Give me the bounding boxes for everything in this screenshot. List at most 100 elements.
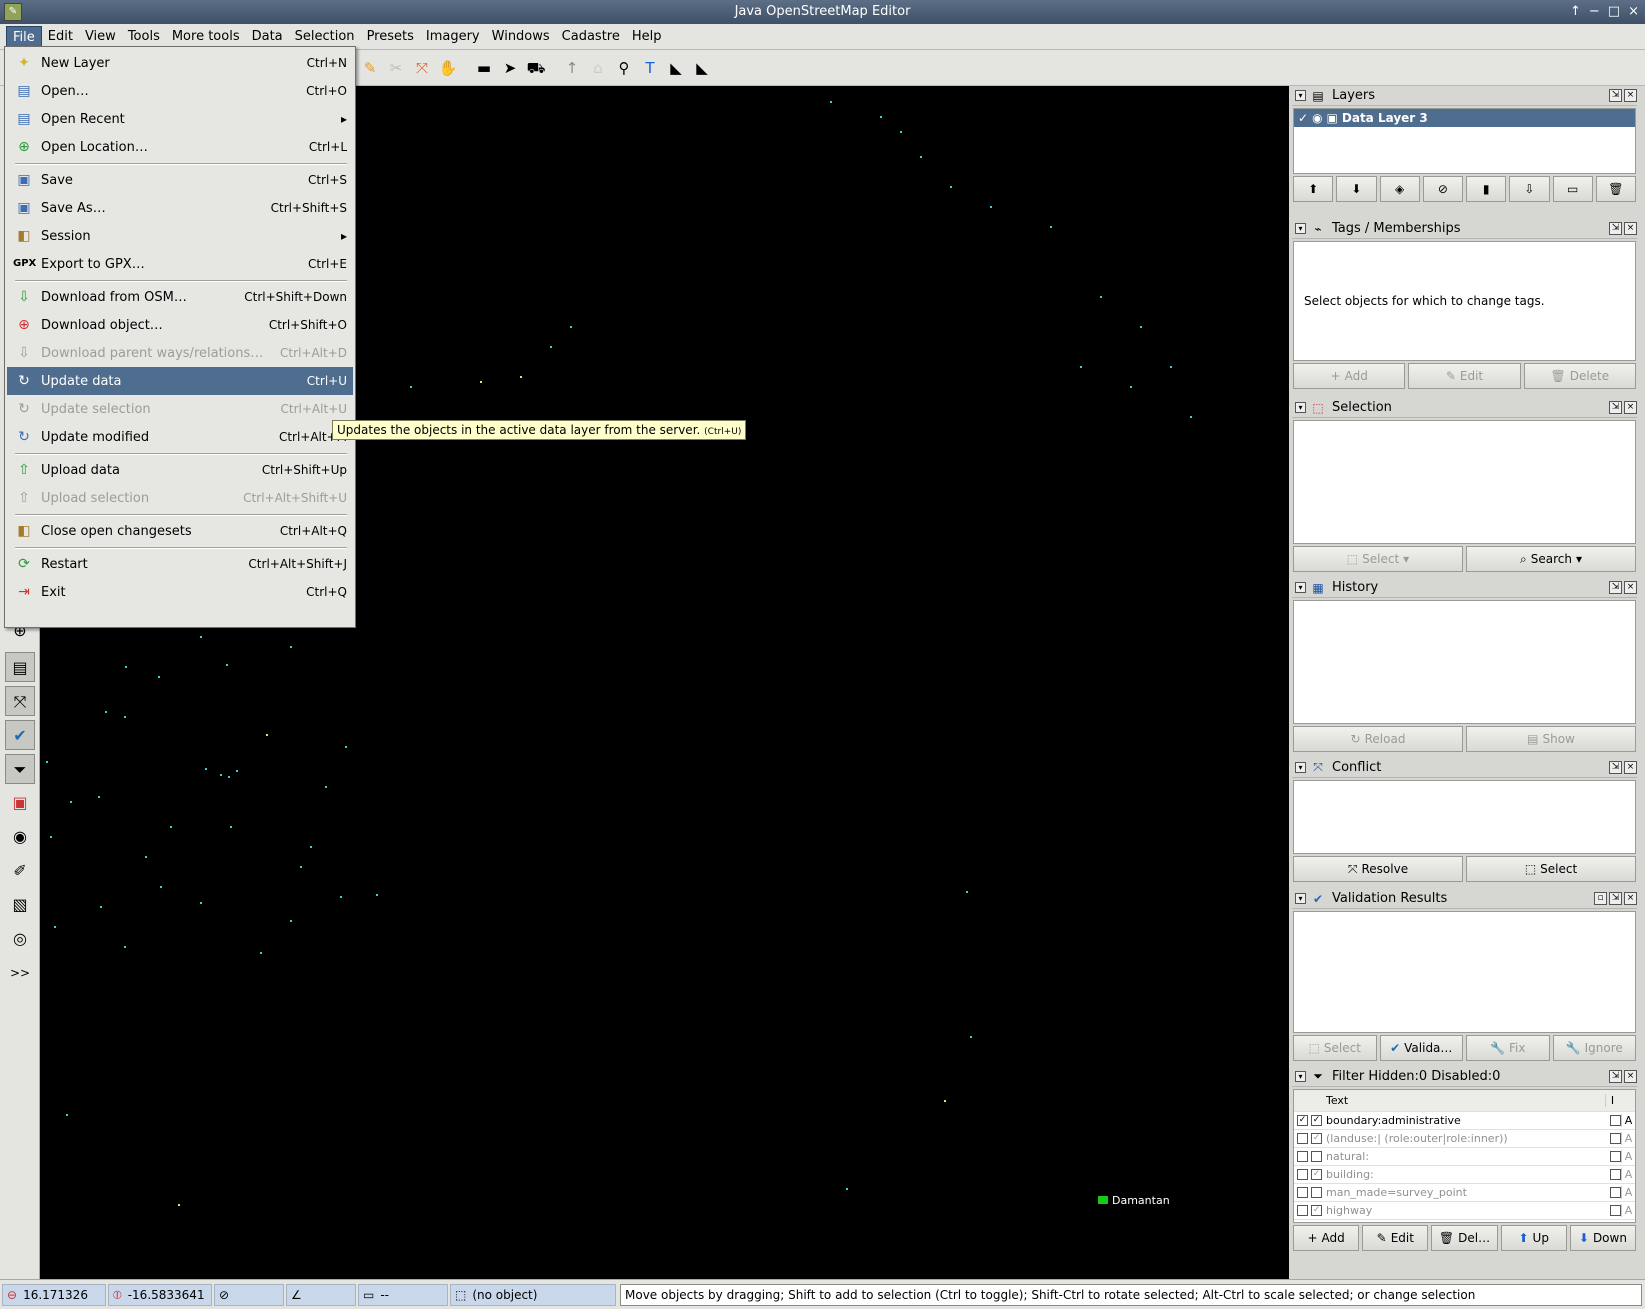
table-row[interactable]: ✓ ✓ boundary:administrative A bbox=[1294, 1112, 1635, 1130]
move-down-button[interactable]: ⬇ bbox=[1336, 176, 1377, 202]
move-up-button[interactable]: ⬆ bbox=[1293, 176, 1334, 202]
place-label-damantan[interactable]: Damantan bbox=[1098, 1194, 1170, 1207]
detach-icon[interactable]: ⇲ bbox=[1609, 401, 1622, 414]
add-tag-button[interactable]: + Add bbox=[1293, 363, 1406, 389]
detach-icon[interactable]: ⇲ bbox=[1609, 1070, 1622, 1083]
menu-data[interactable]: Data bbox=[246, 26, 289, 48]
collapse-icon[interactable]: ▾ bbox=[1295, 90, 1306, 101]
collapse-icon[interactable]: ▾ bbox=[1295, 582, 1306, 593]
collapse-icon[interactable]: ▾ bbox=[1295, 223, 1306, 234]
close-panel-icon[interactable]: × bbox=[1624, 222, 1637, 235]
validation-select-button[interactable]: ⬚ Select bbox=[1293, 1035, 1377, 1061]
close-button[interactable]: × bbox=[1628, 0, 1639, 24]
map-paint-icon[interactable]: ✐ bbox=[5, 856, 35, 886]
hide-checkbox[interactable]: ✓ bbox=[1311, 1205, 1322, 1216]
menu-item-download-parent[interactable]: ⇩ Download parent ways/relations… Ctrl+Alt… bbox=[7, 339, 353, 367]
menu-item-restart[interactable]: ⟳ Restart Ctrl+Alt+Shift+J bbox=[7, 550, 353, 578]
detach-icon[interactable]: ⇲ bbox=[1609, 892, 1622, 905]
close-panel-icon[interactable]: × bbox=[1624, 89, 1637, 102]
parking-icon[interactable]: T bbox=[640, 58, 660, 78]
detach-icon[interactable]: ⇲ bbox=[1609, 89, 1622, 102]
delete-tag-button[interactable]: 🗑 Delete bbox=[1523, 363, 1636, 389]
table-row[interactable]: ✓ building: A bbox=[1294, 1166, 1635, 1184]
close-panel-icon[interactable]: × bbox=[1624, 892, 1637, 905]
draw-icon[interactable]: ✎ bbox=[360, 58, 380, 78]
menu-item-update-selection[interactable]: ↻ Update selection Ctrl+Alt+U bbox=[7, 395, 353, 423]
menu-file[interactable]: File bbox=[6, 25, 42, 48]
menu-cadastre[interactable]: Cadastre bbox=[556, 26, 626, 48]
table-row[interactable]: man_made=survey_point A bbox=[1294, 1184, 1635, 1202]
resolve-button[interactable]: ⤧ Resolve bbox=[1293, 856, 1463, 882]
enable-checkbox[interactable] bbox=[1297, 1151, 1308, 1162]
menu-item-update-data[interactable]: ↻ Update data Ctrl+U bbox=[7, 367, 353, 395]
filter-down-button[interactable]: ⬇ Down bbox=[1569, 1225, 1637, 1251]
menu-item-download-object[interactable]: ⊕ Download object… Ctrl+Shift+O bbox=[7, 311, 353, 339]
menu-item-upload-data[interactable]: ⇧ Upload data Ctrl+Shift+Up bbox=[7, 456, 353, 484]
fix-button[interactable]: 🔧 Fix bbox=[1466, 1035, 1550, 1061]
filter-toggle-icon[interactable]: ⏷ bbox=[5, 754, 35, 784]
settings-icon[interactable]: ▫ bbox=[1594, 892, 1607, 905]
menu-selection[interactable]: Selection bbox=[289, 26, 361, 48]
palette-icon[interactable]: ◉ bbox=[5, 822, 35, 852]
menu-item-close-changesets[interactable]: ◧ Close open changesets Ctrl+Alt+Q bbox=[7, 517, 353, 545]
detach-icon[interactable]: ⇲ bbox=[1609, 761, 1622, 774]
table-row[interactable]: natural: A bbox=[1294, 1148, 1635, 1166]
menu-item-save[interactable]: ▣ Save Ctrl+S bbox=[7, 166, 353, 194]
reload-button[interactable]: ↻ Reload bbox=[1293, 726, 1463, 752]
building-icon[interactable]: ⌂ bbox=[588, 58, 608, 78]
menu-item-update-modified[interactable]: ↻ Update modified Ctrl+Alt+M bbox=[7, 423, 353, 451]
pan-hand-icon[interactable]: ✋ bbox=[438, 58, 458, 78]
menu-item-save-as[interactable]: ▣ Save As… Ctrl+Shift+S bbox=[7, 194, 353, 222]
enable-checkbox[interactable]: ✓ bbox=[1297, 1115, 1308, 1126]
dropdown-arrow-icon[interactable]: ▾ bbox=[1576, 552, 1582, 566]
validator-toggle-icon[interactable]: ✔ bbox=[5, 720, 35, 750]
duplicate-button[interactable]: ▭ bbox=[1552, 176, 1593, 202]
search-button[interactable]: ⌕ Search ▾ bbox=[1466, 546, 1636, 572]
elevation-profile-icon[interactable]: ◣ bbox=[692, 58, 712, 78]
enable-checkbox[interactable] bbox=[1297, 1169, 1308, 1180]
split-icon[interactable]: ✂ bbox=[386, 58, 406, 78]
menu-imagery[interactable]: Imagery bbox=[420, 26, 486, 48]
close-panel-icon[interactable]: × bbox=[1624, 581, 1637, 594]
wikipedia-icon[interactable]: ◎ bbox=[5, 924, 35, 954]
inverse-checkbox[interactable] bbox=[1610, 1205, 1621, 1216]
menu-windows[interactable]: Windows bbox=[486, 26, 556, 48]
menu-item-export-gpx[interactable]: GPX Export to GPX… Ctrl+E bbox=[7, 250, 353, 278]
filter-add-button[interactable]: + Add bbox=[1293, 1225, 1360, 1251]
conflict-select-button[interactable]: ⬚ Select bbox=[1466, 856, 1636, 882]
enable-checkbox[interactable] bbox=[1297, 1205, 1308, 1216]
table-row[interactable]: ✓ (landuse:| (role:outer|role:inner)) A bbox=[1294, 1130, 1635, 1148]
enable-checkbox[interactable] bbox=[1297, 1133, 1308, 1144]
walk-icon[interactable]: ⚲ bbox=[614, 58, 634, 78]
hide-checkbox[interactable]: ✓ bbox=[1311, 1169, 1322, 1180]
more-tools-icon[interactable]: >> bbox=[5, 958, 35, 988]
inverse-checkbox[interactable] bbox=[1610, 1169, 1621, 1180]
hide-checkbox[interactable] bbox=[1311, 1151, 1322, 1162]
edit-tag-button[interactable]: ✎ Edit bbox=[1408, 363, 1521, 389]
car-icon[interactable]: ⛟ bbox=[526, 58, 546, 78]
menu-view[interactable]: View bbox=[79, 26, 122, 48]
menu-presets[interactable]: Presets bbox=[361, 26, 420, 48]
combine-icon[interactable]: ⤧ bbox=[412, 58, 432, 78]
filter-delete-button[interactable]: 🗑 Del… bbox=[1431, 1225, 1498, 1251]
visible-eye-icon[interactable]: ◉ bbox=[1312, 111, 1322, 125]
inverse-checkbox[interactable] bbox=[1610, 1151, 1621, 1162]
menu-item-exit[interactable]: ⇥ Exit Ctrl+Q bbox=[7, 578, 353, 606]
ignore-button[interactable]: 🔧 Ignore bbox=[1552, 1035, 1636, 1061]
window-up-button[interactable]: ↑ bbox=[1570, 0, 1581, 24]
collapse-icon[interactable]: ▾ bbox=[1295, 402, 1306, 413]
detach-icon[interactable]: ⇲ bbox=[1609, 581, 1622, 594]
elevation-icon[interactable]: ◣ bbox=[666, 58, 686, 78]
filter-edit-button[interactable]: ✎ Edit bbox=[1362, 1225, 1429, 1251]
menu-help[interactable]: Help bbox=[626, 26, 668, 48]
column-text[interactable]: Text bbox=[1322, 1094, 1605, 1107]
filter-up-button[interactable]: ⬆ Up bbox=[1500, 1225, 1567, 1251]
validate-button[interactable]: ✔ Valida… bbox=[1379, 1035, 1463, 1061]
dropdown-arrow-icon[interactable]: ▾ bbox=[1403, 552, 1409, 566]
maximize-button[interactable]: □ bbox=[1608, 0, 1620, 24]
menu-item-open-recent[interactable]: ▤ Open Recent ▸ bbox=[7, 105, 353, 133]
conflict-toggle-icon[interactable]: ⤧ bbox=[5, 686, 35, 716]
menu-item-open-location[interactable]: ⊕ Open Location… Ctrl+L bbox=[7, 133, 353, 161]
inverse-checkbox[interactable] bbox=[1610, 1115, 1621, 1126]
mapillary-icon[interactable]: ↑ bbox=[562, 58, 582, 78]
